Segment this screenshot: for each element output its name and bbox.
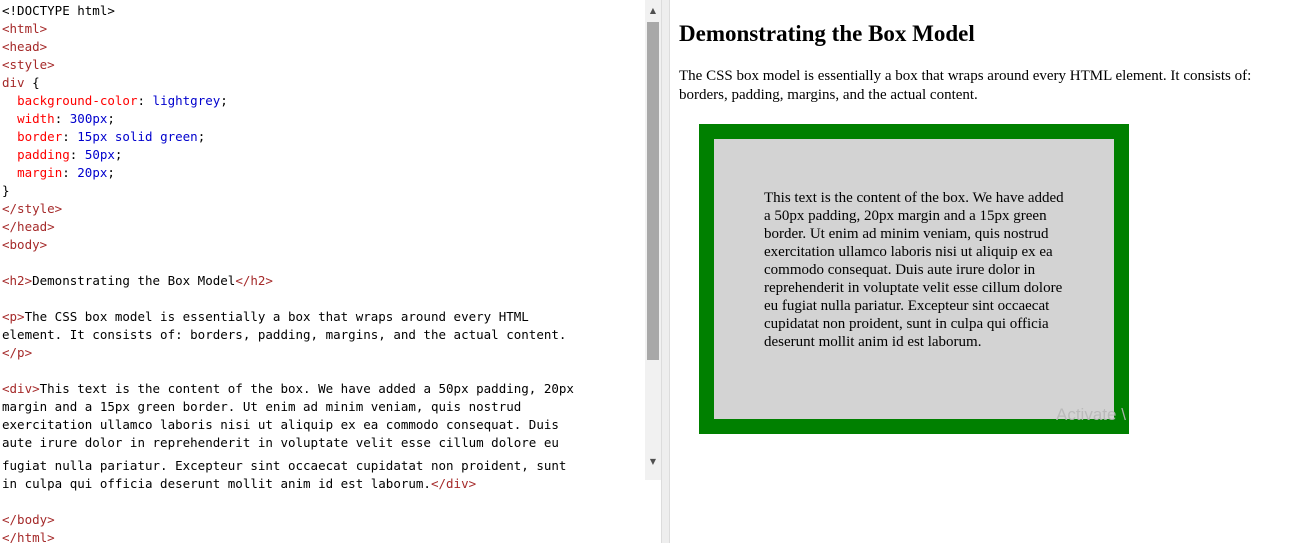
code-line[interactable]: <p>The CSS box model is essentially a bo…	[2, 308, 574, 326]
code-text[interactable]: <!DOCTYPE html> <html> <head> <style> div { …	[2, 2, 574, 543]
code-token: 50px	[84, 147, 115, 162]
code-token: width	[17, 111, 55, 126]
code-line[interactable]: aute irure dolor in reprehenderit in vol…	[2, 434, 574, 452]
demo-box-text: This text is the content of the box. We …	[764, 190, 1064, 350]
code-token: 300px	[69, 111, 108, 126]
code-line[interactable]	[2, 254, 574, 272]
code-token: :	[137, 93, 153, 108]
activate-watermark: Activate \	[1056, 405, 1126, 424]
code-line[interactable]: </body>	[2, 511, 574, 529]
code-token: </html>	[2, 530, 55, 543]
scroll-up-arrow-icon[interactable]: ▲	[645, 2, 661, 20]
scroll-down-arrow-icon[interactable]: ▼	[645, 453, 661, 471]
code-token: div	[2, 75, 25, 90]
code-token: margin and a 15px green border. Ut enim …	[2, 399, 522, 414]
code-token: ;	[114, 147, 123, 162]
result-preview: Demonstrating the Box Model The CSS box …	[670, 0, 1297, 543]
code-token: <h2>	[2, 273, 33, 288]
code-line[interactable]	[2, 493, 574, 511]
code-token: {	[24, 75, 40, 90]
code-token: border	[17, 129, 63, 144]
demo-box: This text is the content of the box. We …	[699, 124, 1129, 434]
code-token: margin	[17, 165, 63, 180]
code-token: ;	[220, 93, 228, 108]
code-line[interactable]: </p>	[2, 344, 574, 362]
code-line[interactable]: }	[2, 182, 574, 200]
code-token: padding	[17, 147, 70, 162]
code-line[interactable]: margin: 20px;	[2, 164, 574, 182]
code-line[interactable]: in culpa qui officia deserunt mollit ani…	[2, 475, 574, 493]
code-line[interactable]: fugiat nulla pariatur. Excepteur sint oc…	[2, 457, 574, 475]
code-token: <!DOCTYPE html>	[2, 3, 115, 18]
code-line[interactable]: div {	[2, 74, 574, 92]
code-token: </p>	[2, 345, 33, 360]
code-line[interactable]: </head>	[2, 218, 574, 236]
code-line[interactable]: <div>This text is the content of the box…	[2, 380, 574, 398]
result-paragraph: The CSS box model is essentially a box t…	[679, 68, 1252, 103]
code-line[interactable]: <style>	[2, 56, 574, 74]
code-line[interactable]: border: 15px solid green;	[2, 128, 574, 146]
code-token: element. It consists of: borders, paddin…	[2, 327, 567, 342]
pane-divider[interactable]	[661, 0, 670, 543]
code-token: :	[62, 165, 78, 180]
scrollbar-thumb[interactable]	[647, 22, 659, 360]
code-token: <body>	[2, 237, 48, 252]
code-token: <div>	[2, 381, 40, 396]
code-line[interactable]: exercitation ullamco laboris nisi ut ali…	[2, 416, 574, 434]
code-editor[interactable]: <!DOCTYPE html> <html> <head> <style> div { …	[0, 0, 644, 543]
code-line[interactable]: background-color: lightgrey;	[2, 92, 574, 110]
code-token: Demonstrating the Box Model	[32, 273, 236, 288]
code-line[interactable]	[2, 362, 574, 380]
code-token: <head>	[2, 39, 48, 54]
code-token: The CSS box model is essentially a box t…	[24, 309, 529, 324]
code-line[interactable]: </style>	[2, 200, 574, 218]
code-token: }	[2, 183, 10, 198]
code-token: ;	[197, 129, 206, 144]
code-line[interactable]: <h2>Demonstrating the Box Model</h2>	[2, 272, 574, 290]
code-line[interactable]: <body>	[2, 236, 574, 254]
code-token: ;	[107, 165, 115, 180]
result-heading: Demonstrating the Box Model	[679, 21, 975, 46]
code-token: exercitation ullamco laboris nisi ut ali…	[2, 417, 559, 432]
code-token: :	[69, 147, 85, 162]
code-token: </head>	[2, 219, 55, 234]
code-token: aute irure dolor in reprehenderit in vol…	[2, 435, 559, 450]
code-line[interactable]: padding: 50px;	[2, 146, 574, 164]
code-line[interactable]: margin and a 15px green border. Ut enim …	[2, 398, 574, 416]
code-token: 15px solid green	[77, 129, 198, 144]
code-token: <style>	[2, 57, 55, 72]
code-token: :	[54, 111, 70, 126]
code-line[interactable]: width: 300px;	[2, 110, 574, 128]
code-line[interactable]: </html>	[2, 529, 574, 543]
code-token: </body>	[2, 512, 55, 527]
code-token: in culpa qui officia deserunt mollit ani…	[2, 476, 431, 491]
code-token: <p>	[2, 309, 25, 324]
code-token: </h2>	[235, 273, 273, 288]
code-line[interactable]: <head>	[2, 38, 574, 56]
code-line[interactable]	[2, 290, 574, 308]
code-token: <html>	[2, 21, 48, 36]
code-token: ;	[107, 111, 115, 126]
code-token: fugiat nulla pariatur. Excepteur sint oc…	[2, 458, 567, 473]
code-token: </style>	[2, 201, 63, 216]
code-token: background-color	[17, 93, 138, 108]
code-token: 20px	[77, 165, 108, 180]
code-line[interactable]: <!DOCTYPE html>	[2, 2, 574, 20]
code-line[interactable]: element. It consists of: borders, paddin…	[2, 326, 574, 344]
code-token: :	[62, 129, 78, 144]
code-line[interactable]: <html>	[2, 20, 574, 38]
code-token: This text is the content of the box. We …	[39, 381, 574, 396]
code-token: </div>	[430, 476, 477, 491]
editor-scrollbar[interactable]: ▲ ▼	[645, 0, 661, 480]
code-token: lightgrey	[152, 93, 221, 108]
